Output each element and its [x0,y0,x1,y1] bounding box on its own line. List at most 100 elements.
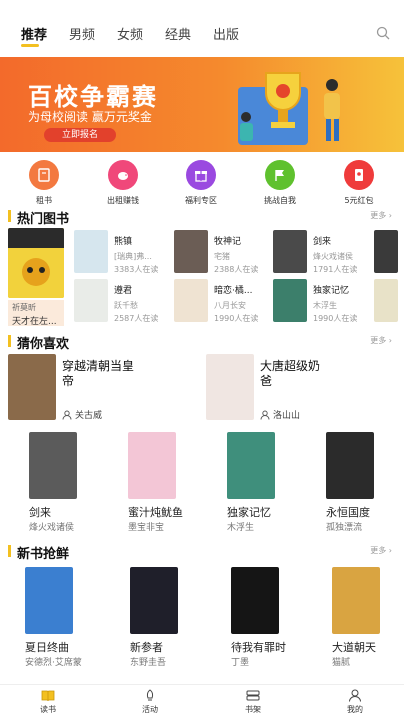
top-tabs: 推荐 男频 女频 经典 出版 [0,0,404,56]
book-item[interactable]: 暗恋·橘... 八月长安 1990人在读 [214,283,258,324]
book-author: 洛山山 [260,408,300,421]
trophy-illustration [238,72,340,145]
promo-banner[interactable]: 百校争霸赛 为母校阅读 赢万元奖金 立即报名 [0,57,404,152]
book-cover[interactable] [374,279,398,322]
featured-info[interactable]: 祈莫昕 天才在左... [8,300,64,327]
book-cover[interactable] [374,230,398,273]
tab-male[interactable]: 男频 [69,24,95,43]
book-item[interactable]: 遵君 跃千愁 2587人在读 [114,283,158,324]
book-author: 丁墨 [231,658,250,668]
nav-read[interactable]: 读书 [23,689,73,715]
more-link[interactable]: 更多 › [370,545,392,556]
book-cover[interactable] [332,567,380,634]
book-cover[interactable] [74,279,108,322]
tab-classic[interactable]: 经典 [165,24,191,43]
profile-icon [349,689,361,702]
banner-signup-button[interactable]: 立即报名 [44,128,116,142]
book-cover[interactable] [29,432,77,499]
book-item[interactable]: 熊镇 [瑞典]弗... 3383人在读 [114,234,158,275]
featured-cover[interactable] [8,228,64,298]
hot-books-header: 热门图书 更多 › [0,207,404,227]
new-books-header: 新书抢鲜 更多 › [0,542,404,562]
book-title[interactable]: 穿越清朝当皇帝 [62,359,142,389]
entry-rent-earn[interactable]: 出租赚钱 [93,160,153,206]
section-marker [8,210,11,222]
book-title[interactable]: 蜜汁炖鱿鱼 [128,504,183,520]
book-cover[interactable] [74,230,108,273]
rocket-icon [146,689,154,701]
quick-entry-row: 租书 出租赚钱 福利专区 挑战自我 5元红包 [0,160,404,210]
bookshelf-icon [246,690,260,701]
user-icon [260,410,270,420]
nav-bookshelf[interactable]: 书架 [228,689,278,715]
book-cover[interactable] [130,567,178,634]
book-author: 烽火戏诸侯 [29,523,75,533]
bottom-nav: 读书 活动 书架 我的 [0,684,404,719]
active-tab-indicator [21,44,39,47]
entry-label: 5元红包 [344,196,374,205]
tab-recommend[interactable]: 推荐 [21,24,47,43]
book-cover[interactable] [128,432,176,499]
book-author: 猫腻 [332,658,351,668]
banner-title: 百校争霸赛 [28,83,158,111]
book-author: 墨宝非宝 [128,523,165,533]
guess-header: 猜你喜欢 更多 › [0,332,404,352]
entry-label: 福利专区 [185,196,217,205]
book-cover[interactable] [206,354,254,420]
book-author: 东野圭吾 [130,658,167,668]
more-link[interactable]: 更多 › [370,210,392,221]
book-item[interactable]: 牧神记 宅猪 2388人在读 [214,234,258,275]
user-icon [62,410,72,420]
book-item[interactable]: 剑来 烽火戏诸侯 1791人在读 [313,234,357,275]
book-title[interactable]: 大道朝天 [332,639,376,655]
featured-author: 祈莫昕 [12,303,36,312]
book-author: 木浮生 [227,523,255,533]
book-cover[interactable] [231,567,279,634]
book-cover[interactable] [273,279,307,322]
nav-activity[interactable]: 活动 [125,689,175,715]
book-cover[interactable] [25,567,73,634]
entry-rent-book[interactable]: 租书 [14,160,74,206]
book-title[interactable]: 新参者 [130,639,163,655]
more-link[interactable]: 更多 › [370,335,392,346]
book-author: 安德烈·艾席蒙 [25,658,82,668]
featured-title: 天才在左... [12,317,57,327]
section-title: 猜你喜欢 [17,337,70,352]
book-author: 关古威 [62,408,102,421]
banner-subtitle: 为母校阅读 赢万元奖金 [28,110,152,124]
book-title[interactable]: 剑来 [29,504,51,520]
entry-red-packet[interactable]: 5元红包 [329,160,389,206]
piggy-bank-icon [108,160,138,190]
book-cover[interactable] [8,354,56,420]
red-packet-icon [344,160,374,190]
book-title[interactable]: 大唐超级奶爸 [260,359,330,389]
book-cover[interactable] [227,432,275,499]
rent-book-icon [29,160,59,190]
section-title: 新书抢鲜 [17,547,70,562]
search-icon[interactable] [376,26,390,40]
entry-welfare[interactable]: 福利专区 [171,160,231,206]
section-marker [8,335,11,347]
flag-icon [265,160,295,190]
open-book-icon [41,690,55,702]
entry-challenge[interactable]: 挑战自我 [250,160,310,206]
entry-label: 出租赚钱 [107,196,139,205]
tab-publish[interactable]: 出版 [213,24,239,43]
book-cover[interactable] [174,279,208,322]
book-title[interactable]: 永恒国度 [326,504,370,520]
tab-female[interactable]: 女频 [117,24,143,43]
book-cover[interactable] [273,230,307,273]
book-cover[interactable] [174,230,208,273]
book-cover[interactable] [326,432,374,499]
nav-mine[interactable]: 我的 [330,689,380,715]
section-title: 热门图书 [17,212,70,227]
book-author: 孤独漂流 [326,523,363,533]
book-title[interactable]: 待我有罪时 [231,639,286,655]
book-item[interactable]: 独家记忆 木浮生 1990人在读 [313,283,357,324]
gift-icon [186,160,216,190]
book-title[interactable]: 夏日终曲 [25,639,69,655]
entry-label: 挑战自我 [264,196,296,205]
section-marker [8,545,11,557]
book-title[interactable]: 独家记忆 [227,504,271,520]
entry-label: 租书 [36,196,52,205]
